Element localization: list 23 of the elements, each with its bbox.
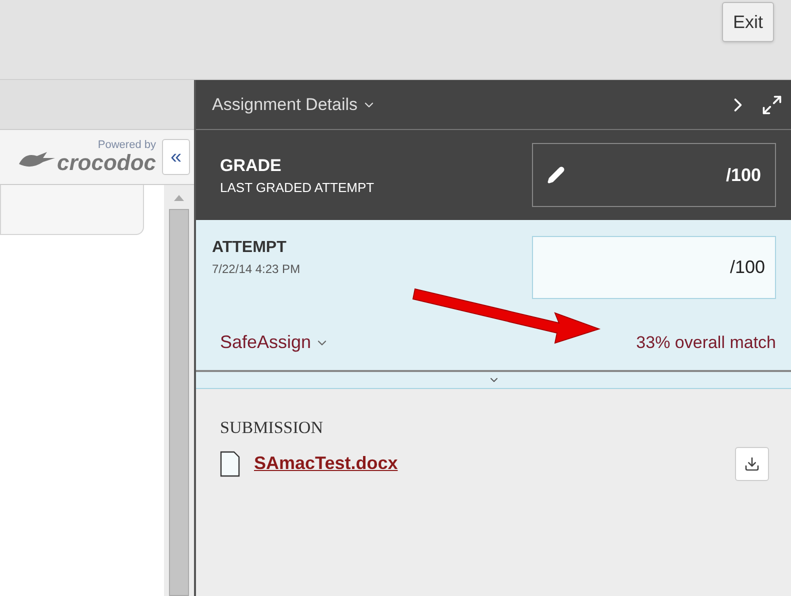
scroll-up-icon — [174, 195, 184, 201]
match-label: 33% overall match — [636, 332, 776, 354]
safeassign-dropdown[interactable]: SafeAssign — [212, 329, 330, 356]
grade-title: GRADE — [220, 154, 282, 176]
file-link[interactable]: SAmacTest.docx — [254, 450, 398, 477]
powered-by-label: Powered by — [98, 140, 156, 150]
submission-heading: SUBMISSION — [220, 417, 324, 439]
download-icon — [744, 456, 760, 472]
grade-subtitle: LAST GRADED ATTEMPT — [220, 179, 374, 197]
expand-toggle[interactable] — [196, 372, 791, 389]
attempt-date: 7/22/14 4:23 PM — [212, 261, 300, 278]
scroll-thumb[interactable] — [169, 209, 189, 596]
exit-button[interactable]: Exit — [722, 2, 774, 42]
document-icon — [220, 450, 240, 476]
brand-logo: crocodoc — [56, 150, 156, 174]
pencil-icon — [547, 166, 565, 184]
attempt-grade-field[interactable]: /100 — [532, 236, 776, 299]
download-button[interactable] — [735, 446, 769, 480]
expand-icon[interactable] — [761, 94, 783, 116]
attempt-title: ATTEMPT — [212, 238, 288, 258]
panel-title[interactable]: Assignment Details — [212, 92, 376, 118]
collapse-button[interactable]: « — [162, 139, 190, 175]
grade-field[interactable]: /100 — [532, 143, 776, 207]
